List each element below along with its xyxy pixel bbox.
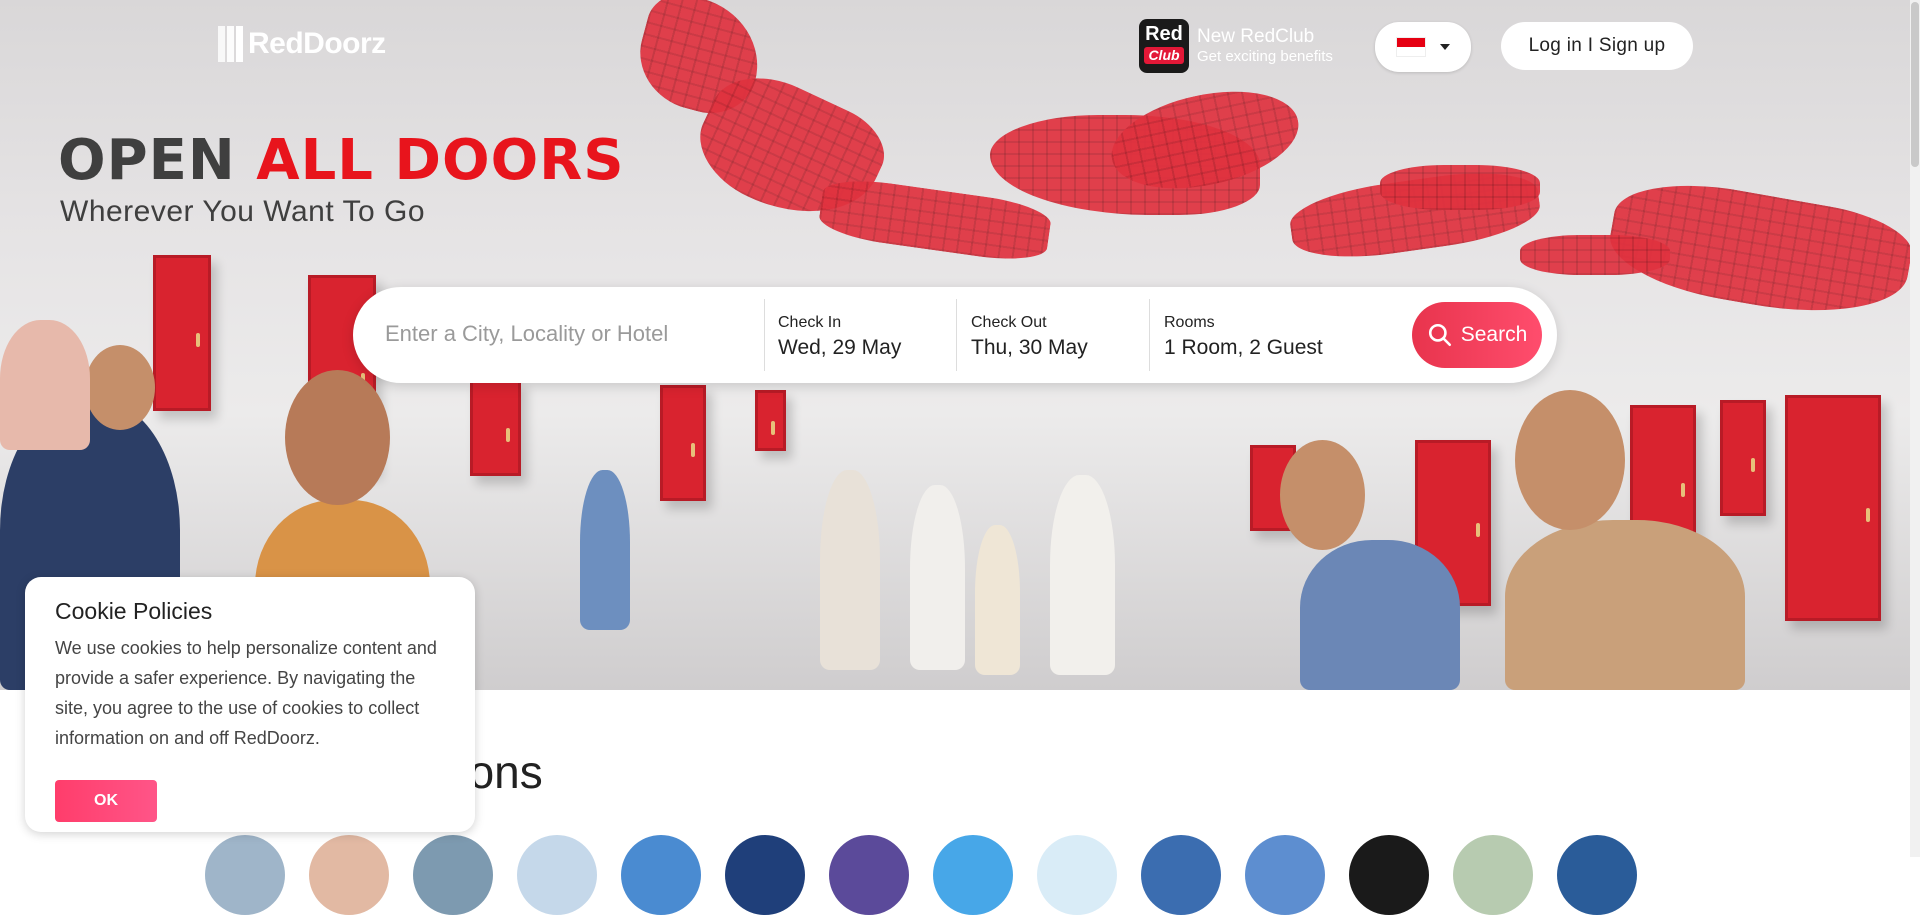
redclub-title: New RedClub — [1197, 26, 1315, 47]
person-illustration — [910, 485, 965, 670]
destination-thumbnail[interactable] — [1141, 835, 1221, 915]
redclub-subtitle: Get exciting benefits — [1197, 48, 1333, 65]
destination-thumbnail[interactable] — [517, 835, 597, 915]
door-decoration — [755, 390, 786, 451]
destination-thumbnail[interactable] — [205, 835, 285, 915]
language-selector[interactable] — [1375, 22, 1471, 72]
person-illustration — [975, 525, 1020, 675]
check-out-value: Thu, 30 May — [971, 336, 1088, 359]
divider — [1149, 299, 1150, 371]
divider — [764, 299, 765, 371]
door-decoration — [660, 385, 706, 501]
map-decoration — [1380, 165, 1540, 210]
check-in-field[interactable]: Check In Wed, 29 May — [778, 313, 901, 363]
destination-carousel — [205, 835, 1637, 915]
destination-thumbnail[interactable] — [933, 835, 1013, 915]
destination-thumbnail[interactable] — [309, 835, 389, 915]
door-decoration — [470, 380, 521, 476]
search-icon — [1428, 323, 1451, 347]
destination-thumbnail[interactable] — [1037, 835, 1117, 915]
check-in-label: Check In — [778, 314, 842, 331]
redclub-badge-bottom: Club — [1144, 47, 1184, 64]
headline-all-doors: ALL DOORS — [256, 128, 625, 193]
person-illustration — [1505, 520, 1745, 690]
check-in-value: Wed, 29 May — [778, 336, 902, 359]
redclub-badge-icon: Red Club — [1139, 19, 1189, 73]
destination-thumbnail[interactable] — [621, 835, 701, 915]
chevron-down-icon — [1440, 44, 1450, 50]
destination-thumbnail[interactable] — [725, 835, 805, 915]
search-button-label: Search — [1460, 323, 1528, 346]
login-signup-button[interactable]: Log in I Sign up — [1501, 22, 1693, 70]
person-illustration — [820, 470, 880, 670]
person-illustration — [580, 470, 630, 630]
scrollbar-thumb[interactable] — [1911, 2, 1919, 167]
cookie-ok-button[interactable]: OK — [55, 780, 157, 822]
person-illustration — [1280, 440, 1365, 550]
destination-thumbnail[interactable] — [1557, 835, 1637, 915]
hero-subheadline: Wherever You Want To Go — [60, 195, 426, 228]
map-decoration — [1520, 235, 1670, 275]
redclub-promo[interactable]: Red Club New RedClub Get exciting benefi… — [1139, 19, 1333, 73]
search-button[interactable]: Search — [1412, 302, 1542, 368]
destination-thumbnail[interactable] — [1349, 835, 1429, 915]
destination-search-input[interactable]: Enter a City, Locality or Hotel — [385, 321, 668, 347]
destination-thumbnail[interactable] — [1453, 835, 1533, 915]
rooms-label: Rooms — [1164, 314, 1215, 331]
person-illustration — [1050, 475, 1115, 675]
destination-thumbnail[interactable] — [829, 835, 909, 915]
person-illustration — [0, 320, 90, 450]
headline-open: OPEN — [58, 128, 236, 193]
person-illustration — [1300, 540, 1460, 690]
person-illustration — [85, 345, 155, 430]
cookie-title: Cookie Policies — [55, 598, 213, 624]
rooms-guests-field[interactable]: Rooms 1 Room, 2 Guest — [1164, 313, 1323, 363]
door-decoration — [153, 255, 211, 411]
destination-thumbnail[interactable] — [1245, 835, 1325, 915]
logo-text: RedDoorz — [248, 27, 386, 60]
cookie-body-text: We use cookies to help personalize conte… — [55, 638, 437, 748]
person-illustration — [285, 370, 390, 505]
person-illustration — [1515, 390, 1625, 530]
check-out-field[interactable]: Check Out Thu, 30 May — [971, 313, 1088, 363]
hero-headline: OPEN ALL DOORS — [58, 130, 625, 192]
check-out-label: Check Out — [971, 314, 1047, 331]
search-bar: Enter a City, Locality or Hotel Check In… — [353, 287, 1557, 383]
destination-thumbnail[interactable] — [413, 835, 493, 915]
divider — [956, 299, 957, 371]
rooms-value: 1 Room, 2 Guest — [1164, 336, 1323, 359]
door-decoration — [1785, 395, 1881, 621]
redclub-badge-top: Red — [1145, 23, 1183, 45]
indonesia-flag-icon — [1396, 37, 1426, 57]
door-decoration — [1720, 400, 1766, 516]
page-scrollbar[interactable] — [1910, 0, 1920, 857]
reddoorz-logo[interactable]: RedDoorz — [218, 26, 386, 62]
cookie-consent-dialog: Cookie Policies We use cookies to help p… — [25, 577, 475, 832]
logo-doors-icon — [218, 26, 244, 62]
